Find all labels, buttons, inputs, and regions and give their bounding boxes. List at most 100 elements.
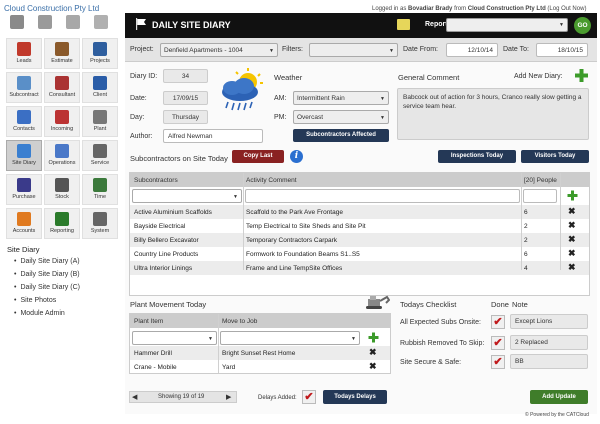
row-activity: Scaffold to the Park Ave Frontage — [246, 209, 343, 216]
sidebar-link-diary-c[interactable]: Daily Site Diary (C) — [14, 284, 80, 291]
nav-tile-label: Time — [93, 194, 107, 200]
stock-icon — [55, 178, 69, 192]
delete-row-icon[interactable]: ✖ — [568, 220, 576, 231]
date-from-input[interactable]: 12/10/14 — [446, 43, 498, 57]
date-to-input[interactable]: 18/10/15 — [536, 43, 588, 57]
login-prefix: Logged in as — [372, 6, 407, 12]
delete-row-icon[interactable]: ✖ — [568, 206, 576, 217]
general-comment-title: General Comment — [398, 73, 460, 82]
author-field[interactable]: Alfred Newman — [163, 129, 263, 143]
nav-tile-label: Leads — [16, 58, 32, 64]
project-select[interactable]: Denfield Apartments - 1004 ▼ — [160, 43, 278, 57]
delete-row-icon[interactable]: ✖ — [568, 234, 576, 245]
table-row[interactable]: Hammer Drill Bright Sunset Rest Home ✖ — [130, 346, 390, 360]
nav-tile-subcontract[interactable]: Subcontract — [6, 72, 42, 103]
nav-tile-site-diary[interactable]: Site Diary — [6, 140, 42, 171]
go-button[interactable]: GO — [574, 17, 591, 34]
subcontractors-affected-button[interactable]: Subcontractors Affected — [293, 129, 389, 142]
reports-select[interactable]: ▼ — [446, 18, 568, 32]
visitors-today-button[interactable]: Visitors Today — [521, 150, 589, 163]
weather-am-select[interactable]: Intermittent Rain ▼ — [293, 91, 389, 105]
general-comment-text[interactable]: Babcock out of action for 3 hours, Cranc… — [397, 88, 589, 140]
plant-table: Plant Item Move to Job ▼ ▼ Hammer Drill B… — [129, 313, 391, 374]
nav-tile-plant[interactable]: Plant — [82, 106, 118, 137]
diary-id-label: Diary ID: — [130, 73, 158, 80]
nav-tile-contacts[interactable]: Contacts — [6, 106, 42, 137]
plant-table-header — [130, 314, 390, 328]
author-label: Author: — [130, 133, 153, 140]
checklist-item-label: Site Secure & Safe: — [400, 359, 462, 366]
todays-delays-button[interactable]: Todays Delays — [323, 390, 387, 404]
filters-select[interactable]: ▼ — [309, 43, 398, 57]
pager-next-icon[interactable]: ▶ — [226, 393, 231, 401]
sidebar-link-module-admin[interactable]: Module Admin — [14, 310, 64, 317]
nav-tile-service[interactable]: Service — [82, 140, 118, 171]
sidebar-link-diary-b[interactable]: Daily Site Diary (B) — [14, 271, 79, 278]
nav-tile-leads[interactable]: Leads — [6, 38, 42, 69]
diary-date-field[interactable]: 17/09/15 — [163, 91, 208, 105]
nav-tile-projects[interactable]: Projects — [82, 38, 118, 69]
nav-tile-accounts[interactable]: Accounts — [6, 208, 42, 239]
notes-icon[interactable] — [94, 15, 108, 29]
table-row[interactable]: Crane - Mobile Yard ✖ — [130, 360, 390, 374]
add-diary-icon[interactable] — [574, 68, 589, 83]
move-job-filter[interactable]: ▼ — [220, 331, 360, 345]
sidebar-link-diary-a[interactable]: Daily Site Diary (A) — [14, 258, 79, 265]
activity-filter-input[interactable] — [245, 189, 520, 203]
row-plant-item: Hammer Drill — [134, 350, 172, 357]
people-filter-input[interactable] — [523, 189, 557, 203]
sidebar-link-site-photos[interactable]: Site Photos — [14, 297, 56, 304]
copy-last-button[interactable]: Copy Last — [232, 150, 284, 163]
nav-tile-reporting[interactable]: Reporting — [44, 208, 80, 239]
calculator-icon[interactable] — [66, 15, 80, 29]
login-status: Logged in as Bovadiar Brady from Cloud C… — [372, 6, 586, 12]
nav-tile-time[interactable]: Time — [82, 174, 118, 205]
login-from: from — [454, 6, 467, 12]
nav-tile-label: Client — [92, 92, 108, 98]
plant-item-filter[interactable]: ▼ — [132, 331, 217, 345]
house-icon — [17, 42, 31, 56]
subcontractors-table: Subcontractors Activity Comment [20] Peo… — [129, 172, 590, 296]
logout-link[interactable]: (Log Out Now) — [547, 6, 586, 12]
checklist-item-label: Rubbish Removed To Skip: — [400, 340, 485, 347]
checklist-done-checkbox[interactable]: ✔ — [491, 315, 505, 329]
checklist-note-field[interactable]: 2 Replaced — [510, 335, 588, 350]
nav-tile-system[interactable]: System — [82, 208, 118, 239]
inspections-today-button[interactable]: Inspections Today — [438, 150, 516, 163]
home-icon[interactable] — [10, 15, 24, 29]
row-subcontractor: Country Line Products — [134, 251, 199, 258]
checklist-note-header: Note — [512, 300, 528, 309]
nav-tile-purchase[interactable]: Purchase — [6, 174, 42, 205]
nav-tile-client[interactable]: Client — [82, 72, 118, 103]
weather-pm-select[interactable]: Overcast ▼ — [293, 110, 389, 124]
day-label: Day: — [130, 114, 145, 121]
row-people: 2 — [524, 223, 528, 230]
info-icon[interactable]: i — [290, 150, 303, 163]
delete-row-icon[interactable]: ✖ — [568, 248, 576, 259]
checklist-note-field[interactable]: Except Lions — [510, 314, 588, 329]
nav-tile-estimate[interactable]: Estimate — [44, 38, 80, 69]
nav-tile-consultant[interactable]: Consultant — [44, 72, 80, 103]
checklist-done-checkbox[interactable]: ✔ — [491, 355, 505, 369]
filters-label: Filters: — [282, 46, 303, 53]
delays-added-checkbox[interactable]: ✔ — [302, 390, 316, 404]
add-plant-icon[interactable] — [368, 332, 379, 343]
row-activity: Temp Electrical to Site Sheds and Site P… — [246, 223, 366, 230]
consultant-icon — [55, 76, 69, 90]
nav-tile-incoming[interactable]: Incoming — [44, 106, 80, 137]
people-icon[interactable] — [38, 15, 52, 29]
pager-prev-icon[interactable]: ◀ — [132, 393, 137, 401]
checklist-title: Todays Checklist — [400, 300, 457, 309]
delete-row-icon[interactable]: ✖ — [369, 347, 377, 358]
checklist-note-field[interactable]: BB — [510, 354, 588, 369]
checklist-done-checkbox[interactable]: ✔ — [491, 336, 505, 350]
add-sub-icon[interactable] — [567, 190, 578, 201]
add-update-button[interactable]: Add Update — [530, 390, 588, 404]
delete-row-icon[interactable]: ✖ — [369, 361, 377, 372]
delete-row-icon[interactable]: ✖ — [568, 262, 576, 273]
nav-tile-label: Projects — [90, 58, 110, 64]
nav-tile-stock[interactable]: Stock — [44, 174, 80, 205]
subs-filter-select[interactable]: ▼ — [132, 189, 242, 203]
nav-tile-operations[interactable]: Operations — [44, 140, 80, 171]
row-move-to-job: Yard — [222, 364, 236, 371]
